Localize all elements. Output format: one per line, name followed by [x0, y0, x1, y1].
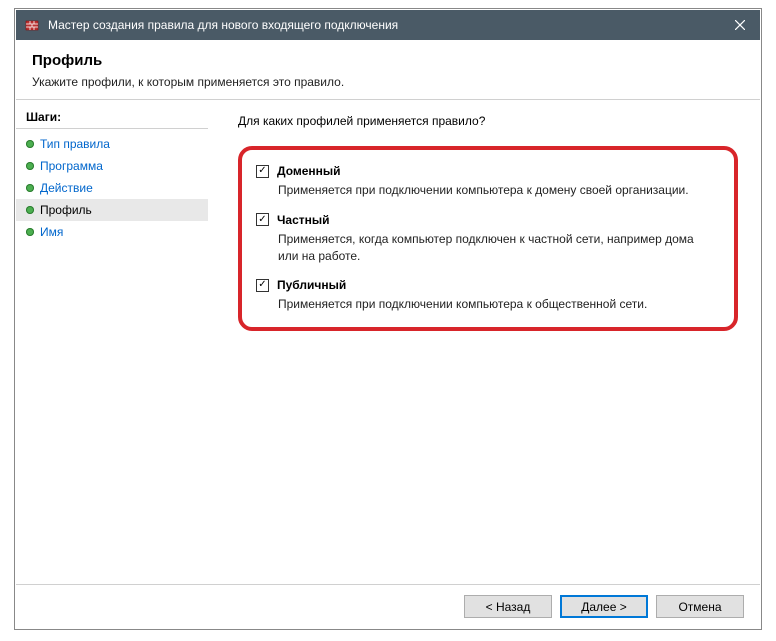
profile-domain: Доменный Применяется при подключении ком… [256, 164, 716, 199]
profile-description: Применяется, когда компьютер подключен к… [278, 231, 716, 265]
bullet-icon [26, 228, 34, 236]
profile-label: Доменный [277, 164, 341, 178]
wizard-header: Профиль Укажите профили, к которым приме… [16, 40, 760, 99]
page-subtitle: Укажите профили, к которым применяется э… [32, 75, 744, 89]
profile-description: Применяется при подключении компьютера к… [278, 296, 716, 313]
step-name[interactable]: Имя [16, 221, 208, 243]
footer: < Назад Далее > Отмена [16, 584, 760, 628]
step-label: Имя [40, 225, 63, 239]
steps-panel: Шаги: Тип правила Программа Действие Про… [16, 100, 208, 584]
step-label: Тип правила [40, 137, 110, 151]
step-rule-type[interactable]: Тип правила [16, 133, 208, 155]
bullet-icon [26, 184, 34, 192]
next-button[interactable]: Далее > [560, 595, 648, 618]
steps-header: Шаги: [16, 108, 208, 129]
step-label: Программа [40, 159, 103, 173]
titlebar: Мастер создания правила для нового входя… [16, 10, 760, 40]
page-title: Профиль [32, 52, 744, 69]
back-button[interactable]: < Назад [464, 595, 552, 618]
close-button[interactable] [720, 10, 760, 40]
profile-public: Публичный Применяется при подключении ко… [256, 278, 716, 313]
close-icon [735, 20, 745, 30]
content-panel: Для каких профилей применяется правило? … [208, 100, 760, 584]
checkbox-private[interactable] [256, 213, 269, 226]
firewall-icon [24, 17, 40, 33]
bullet-icon [26, 206, 34, 214]
bullet-icon [26, 140, 34, 148]
step-label: Действие [40, 181, 93, 195]
profile-label: Публичный [277, 278, 346, 292]
step-profile[interactable]: Профиль [16, 199, 208, 221]
step-action[interactable]: Действие [16, 177, 208, 199]
window-title: Мастер создания правила для нового входя… [48, 18, 720, 32]
cancel-button[interactable]: Отмена [656, 595, 744, 618]
checkbox-public[interactable] [256, 279, 269, 292]
bullet-icon [26, 162, 34, 170]
profile-description: Применяется при подключении компьютера к… [278, 182, 716, 199]
highlight-annotation: Доменный Применяется при подключении ком… [238, 146, 738, 331]
checkbox-domain[interactable] [256, 165, 269, 178]
profile-private: Частный Применяется, когда компьютер под… [256, 213, 716, 265]
step-program[interactable]: Программа [16, 155, 208, 177]
question-text: Для каких профилей применяется правило? [238, 114, 738, 128]
profile-label: Частный [277, 213, 330, 227]
step-label: Профиль [40, 203, 92, 217]
